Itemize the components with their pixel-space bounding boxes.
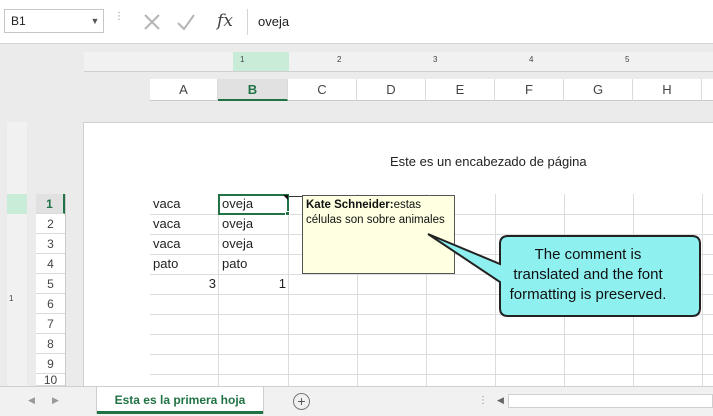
- sheet-tab-active[interactable]: Esta es la primera hoja: [97, 387, 263, 414]
- chevron-down-icon[interactable]: ▼: [87, 9, 103, 33]
- formula-bar: B1 ▼ ⋮ fx oveja: [0, 0, 713, 44]
- ruler-highlight: [7, 194, 27, 214]
- active-cell-border: [218, 194, 289, 215]
- insert-function-button[interactable]: fx: [211, 8, 239, 34]
- plus-circle-icon[interactable]: +: [293, 393, 310, 410]
- fill-handle[interactable]: [285, 211, 290, 216]
- cancel-x-icon[interactable]: [140, 10, 164, 34]
- ruler-label: 4: [529, 55, 534, 64]
- horizontal-scrollbar[interactable]: [508, 394, 713, 408]
- cell-a3[interactable]: vaca: [153, 234, 180, 254]
- grip-icon[interactable]: ⋮: [478, 395, 489, 406]
- ruler-label: 5: [625, 55, 630, 64]
- sheet-tab-bar: ◀ ▶ Esta es la primera hoja + ⋮ ◀: [0, 386, 713, 416]
- grid-line: [288, 194, 289, 386]
- comment-connector: [289, 196, 303, 197]
- cell-a6[interactable]: 3: [150, 274, 216, 294]
- row-header-4[interactable]: 4: [36, 254, 65, 274]
- cell-a1[interactable]: vaca: [153, 194, 180, 214]
- comment-author: Kate Schneider:: [306, 199, 394, 211]
- cell-b6[interactable]: 1: [218, 274, 286, 294]
- ruler-label: 2: [337, 55, 342, 64]
- column-header-h[interactable]: H: [633, 79, 702, 101]
- comment-indicator-icon: [283, 195, 288, 200]
- next-sheet-icon[interactable]: ▶: [52, 395, 59, 406]
- cell-b5[interactable]: pato: [222, 254, 247, 274]
- row-header-7[interactable]: 7: [36, 314, 65, 334]
- row-header-1[interactable]: 1: [36, 194, 65, 214]
- cell-a2[interactable]: vaca: [153, 214, 180, 234]
- grid-line: [150, 354, 713, 355]
- formula-input[interactable]: oveja: [247, 9, 713, 35]
- row-header-5[interactable]: 5: [36, 274, 65, 294]
- row-header-8[interactable]: 8: [36, 334, 65, 354]
- cell-a5[interactable]: pato: [153, 254, 178, 274]
- previous-sheet-icon[interactable]: ◀: [28, 395, 35, 406]
- grip-icon: ⋮: [114, 11, 124, 22]
- row-header-10[interactable]: 10: [36, 374, 65, 386]
- checkmark-icon[interactable]: [174, 10, 198, 34]
- cell-b3[interactable]: oveja: [222, 234, 253, 254]
- row-header-2[interactable]: 2: [36, 214, 65, 234]
- callout-text: The comment is translated and the font f…: [509, 246, 667, 303]
- row-header-3[interactable]: 3: [36, 234, 65, 254]
- ruler-label: 1: [9, 294, 14, 303]
- scroll-left-icon[interactable]: ◀: [497, 395, 504, 406]
- page-header[interactable]: Este es un encabezado de página: [390, 154, 587, 169]
- column-header-a[interactable]: A: [150, 79, 218, 101]
- column-header-g[interactable]: G: [564, 79, 633, 101]
- horizontal-ruler: 1 2 3 4 5: [84, 52, 713, 72]
- column-header-c[interactable]: C: [288, 79, 357, 101]
- grid-line: [150, 334, 713, 335]
- ruler-label: 1: [240, 55, 245, 64]
- vertical-ruler: [7, 122, 27, 386]
- row-headers: 1 2 3 4 5 6 7 8 9 10: [36, 194, 66, 386]
- ruler-label: 3: [433, 55, 438, 64]
- row-header-9[interactable]: 9: [36, 354, 65, 374]
- grid-line: [150, 374, 713, 375]
- row-header-6[interactable]: 6: [36, 294, 65, 314]
- column-headers: A B C D E F G H: [150, 79, 713, 101]
- column-header-f[interactable]: F: [495, 79, 564, 101]
- column-header-d[interactable]: D: [357, 79, 426, 101]
- cell-b2[interactable]: oveja: [222, 214, 253, 234]
- column-header-b[interactable]: B: [218, 79, 288, 101]
- column-header-e[interactable]: E: [426, 79, 495, 101]
